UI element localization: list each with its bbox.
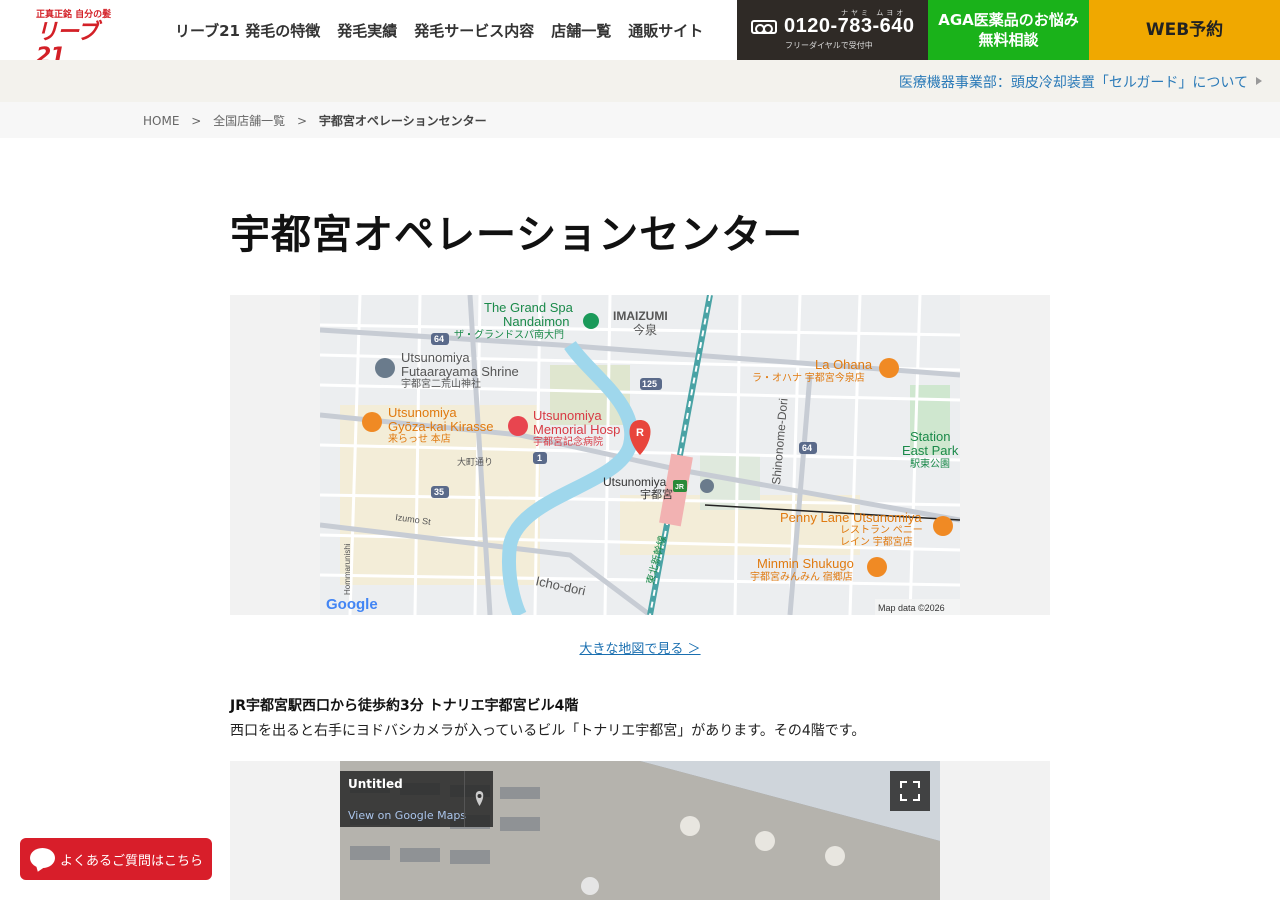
google-logo: Google	[326, 596, 378, 613]
map-label: Utsunomiya	[603, 475, 667, 489]
map-label: R	[636, 427, 644, 439]
freedial-icon	[751, 20, 777, 34]
map-label: Hommarunishi	[343, 543, 352, 595]
map-label: 宇都宮記念病院	[533, 435, 603, 448]
freedial-box[interactable]: ナヤミ ムヨオ 0120-783-640 フリーダイヤルで受付中	[737, 0, 928, 60]
site-header: 正真正銘 自分の髪 リーブ21 リーブ21 発毛の特徴 発毛実績 発毛サービス内…	[0, 0, 1280, 69]
route-shield: 125	[642, 379, 657, 389]
map-label: 宇都宮二荒山神社	[401, 377, 481, 390]
nav-results[interactable]: 発毛実績	[337, 20, 397, 41]
breadcrumb-home[interactable]: HOME	[143, 114, 179, 128]
speech-bubble-icon	[30, 848, 55, 868]
larger-map-link[interactable]: 大きな地図で見る ＞	[579, 642, 700, 657]
aga-line2: 無料相談	[978, 31, 1039, 49]
route-shield: 1	[537, 453, 542, 463]
map-label: Minmin Shukugo	[757, 556, 854, 571]
map-label: 今泉	[633, 322, 657, 337]
phone-number: 0120-783-640	[784, 15, 915, 37]
map-label: 大町通り	[457, 456, 493, 467]
breadcrumb-stores[interactable]: 全国店舗一覧	[213, 114, 285, 128]
route-shield: 35	[434, 487, 444, 497]
map-label: Futaarayama Shrine	[401, 364, 519, 379]
page-title: 宇都宮オペレーションセンター	[230, 212, 804, 258]
map-label: Utsunomiya	[401, 350, 470, 365]
main-nav: リーブ21 発毛の特徴 発毛実績 発毛サービス内容 店舗一覧 通販サイト	[175, 0, 720, 60]
phone-caption: フリーダイヤルで受付中	[785, 41, 873, 50]
streetview-title: Untitled	[348, 777, 403, 791]
breadcrumb: HOME > 全国店舗一覧 > 宇都宮オペレーションセンター	[0, 102, 1280, 138]
breadcrumb-current: 宇都宮オペレーションセンター	[318, 114, 487, 128]
sub-bar: 医療機器事業部：頭皮冷却装置「セルガード」について	[0, 60, 1280, 102]
map-label: Gyōza-kai Kirasse	[388, 419, 493, 434]
web-reserve-button[interactable]: WEB予約	[1089, 0, 1280, 60]
streetview-info-card: Untitled View on Google Maps	[340, 771, 493, 827]
view-on-google-maps-link[interactable]: View on Google Maps	[348, 809, 466, 822]
map-label: La Ohana	[815, 357, 873, 372]
map-label: JR	[675, 484, 684, 491]
map-label: Penny Lane Utsunomiya	[780, 510, 922, 525]
map-label: 来らっせ 本店	[388, 432, 451, 445]
map-label: East Park	[902, 443, 959, 458]
map-label: Utsunomiya	[388, 405, 457, 420]
map-label: Memorial Hosp	[533, 422, 620, 437]
site-logo[interactable]: 正真正銘 自分の髪 リーブ21	[36, 10, 114, 69]
triangle-right-icon	[1256, 77, 1262, 85]
aga-consult-button[interactable]: AGA医薬品のお悩み 無料相談	[928, 0, 1089, 60]
map-copyright: Map data ©2026	[878, 603, 945, 613]
access-description: 西口を出ると右手にヨドバシカメラが入っているビル「トナリエ宇都宮」があります。そ…	[230, 723, 866, 739]
google-map[interactable]: The Grand Spa Nandaimon ザ・グランドスパ南大門 IMAI…	[320, 295, 960, 615]
map-label: 駅東公園	[910, 457, 950, 470]
map-label: レイン 宇都宮店	[840, 535, 913, 548]
faq-label: よくあるご質問はこちら	[60, 854, 204, 869]
map-label: 宇都宮	[640, 487, 673, 501]
map-canvas: The Grand Spa Nandaimon ザ・グランドスパ南大門 IMAI…	[320, 295, 960, 615]
map-label: 宇都宮みんみん 宿郷店	[750, 570, 853, 583]
map-label: Utsunomiya	[533, 408, 602, 423]
route-shield: 64	[434, 334, 444, 344]
breadcrumb-separator: >	[191, 114, 202, 128]
map-pin-icon[interactable]	[464, 771, 493, 827]
map-link-row: 大きな地図で見る ＞	[0, 638, 1280, 657]
access-heading: JR宇都宮駅西口から徒歩約3分 トナリエ宇都宮ビル4階	[230, 698, 579, 714]
nav-shop[interactable]: 通販サイト	[628, 20, 703, 41]
route-shield: 64	[802, 443, 812, 453]
map-label: ラ・オハナ 宇都宮今泉店	[752, 371, 865, 384]
streetview-section: Untitled View on Google Maps	[230, 761, 1050, 900]
faq-button[interactable]: よくあるご質問はこちら	[20, 838, 212, 880]
fullscreen-icon[interactable]	[890, 771, 930, 811]
nav-stores[interactable]: 店舗一覧	[551, 20, 611, 41]
map-label: Station	[910, 429, 950, 444]
nav-features[interactable]: リーブ21 発毛の特徴	[175, 20, 320, 41]
map-label: Nandaimon	[503, 314, 570, 329]
map-label: IMAIZUMI	[613, 309, 668, 323]
map-label: The Grand Spa	[484, 300, 574, 315]
cellguard-link[interactable]: 医療機器事業部：頭皮冷却装置「セルガード」について	[899, 72, 1248, 92]
map-section: The Grand Spa Nandaimon ザ・グランドスパ南大門 IMAI…	[230, 295, 1050, 615]
nav-services[interactable]: 発毛サービス内容	[414, 20, 534, 41]
map-label: ザ・グランドスパ南大門	[454, 328, 564, 341]
aga-line1: AGA医薬品のお悩み	[938, 11, 1079, 29]
streetview-embed[interactable]: Untitled View on Google Maps	[340, 761, 940, 900]
breadcrumb-separator: >	[296, 114, 308, 128]
map-label: レストラン ペニー	[840, 524, 923, 536]
